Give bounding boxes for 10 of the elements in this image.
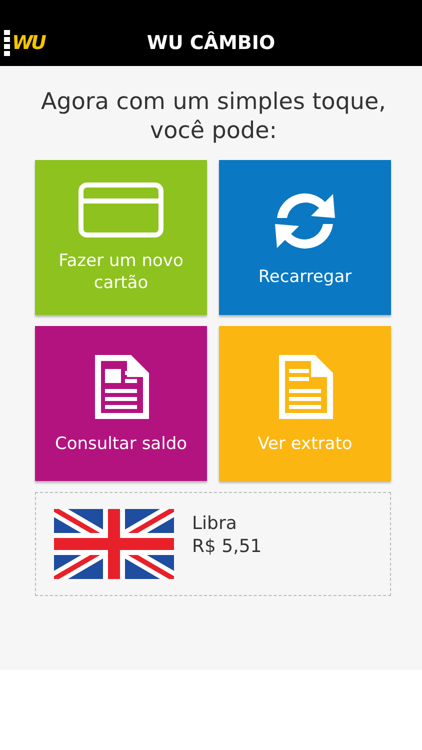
flag-icon bbox=[54, 509, 174, 579]
app-title: WU CÂMBIO bbox=[146, 32, 276, 54]
headline: Agora com um simples toque, você pode: bbox=[40, 88, 387, 146]
currency-rate: R$ 5,51 bbox=[192, 535, 262, 558]
menu-tile[interactable]: Consultar saldo bbox=[35, 326, 207, 481]
currency-name: Libra bbox=[192, 512, 238, 535]
logo: WU bbox=[12, 32, 44, 54]
card-icon bbox=[78, 182, 164, 238]
menu-icon[interactable] bbox=[4, 30, 10, 56]
menu-tile[interactable]: Recarregar bbox=[219, 160, 391, 315]
